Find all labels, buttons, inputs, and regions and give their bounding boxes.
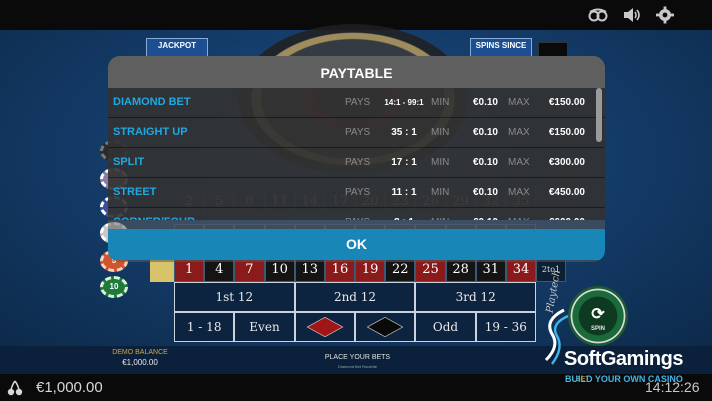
demo-balance-value: €1,000.00 xyxy=(122,358,158,367)
ok-button[interactable]: OK xyxy=(108,229,605,260)
red-diamond-icon xyxy=(306,316,344,338)
paytable-row: STREET PAYS 11 : 1 MIN €0.10 MAX €450.00 xyxy=(108,178,605,208)
min-label: MIN xyxy=(431,217,449,220)
softgamings-name: SoftGamings xyxy=(564,348,683,370)
rebet-arrows-icon: ⟳ xyxy=(591,306,605,323)
max-value: €150.00 xyxy=(548,127,585,138)
odds-value: 11 : 1 xyxy=(391,187,417,198)
paytable-row: STRAIGHT UP PAYS 35 : 1 MIN €0.10 MAX €150.00 xyxy=(108,118,605,148)
cherry-icon[interactable] xyxy=(6,379,24,397)
max-value: €600.00 xyxy=(534,217,585,220)
odds-value: 14:1 - 99:1 xyxy=(384,98,424,107)
bet-name: SPLIT xyxy=(113,156,145,168)
min-value: €0.10 xyxy=(472,187,498,198)
bet-name: CORNER/FOUR xyxy=(113,216,195,220)
red-cell[interactable] xyxy=(294,312,355,342)
pays-label: PAYS xyxy=(345,97,371,108)
footer-balance: €1,000.00 xyxy=(36,379,103,396)
paytable-scrollbar[interactable] xyxy=(596,88,602,142)
odds-value: 17 : 1 xyxy=(391,157,417,168)
spin-label: SPIN xyxy=(590,326,605,332)
sound-icon[interactable] xyxy=(622,6,642,24)
pays-label: PAYS xyxy=(345,217,370,220)
jackpot-label: JACKPOT xyxy=(157,41,197,50)
tripadvisor-glasses-icon[interactable] xyxy=(588,6,608,24)
dozen-3rd-cell[interactable]: 3rd 12 xyxy=(415,282,537,312)
max-label: MAX xyxy=(508,187,530,198)
paytable-row: CORNER/FOUR PAYS 8 : 1MIN €0.10 MAX €600.00 xyxy=(108,208,605,220)
high-19-36-cell[interactable]: 19 - 36 xyxy=(475,312,536,342)
pays-label: PAYS xyxy=(345,157,371,168)
game-stage: JACKPOT SPINS SINCE 5 10 258111417202326… xyxy=(0,0,712,401)
paytable-row: DIAMOND BET PAYS 14:1 - 99:1 MIN €0.10 MAX €15… xyxy=(108,88,605,118)
bet-name: STRAIGHT UP xyxy=(113,126,188,138)
min-value: €0.10 xyxy=(464,217,498,220)
max-value: €150.00 xyxy=(548,97,585,108)
max-value: €300.00 xyxy=(548,157,585,168)
game-name: Diamond Bet Roulette xyxy=(337,364,378,369)
demo-balance-label: DEMO BALANCE xyxy=(112,349,168,356)
paytable-row: SPLIT PAYS 17 : 1 MIN €0.10 MAX €300.00 xyxy=(108,148,605,178)
low-1-18-cell[interactable]: 1 - 18 xyxy=(174,312,235,342)
settings-gear-icon[interactable] xyxy=(655,6,675,24)
odd-cell[interactable]: Odd xyxy=(415,312,476,342)
dozen-1st-cell[interactable]: 1st 12 xyxy=(174,282,295,312)
min-label: MIN xyxy=(431,97,450,108)
max-label: MAX xyxy=(508,97,530,108)
paytable-header: PAYTABLE xyxy=(108,56,605,88)
black-diamond-icon xyxy=(366,316,404,338)
bet-name: STREET xyxy=(113,186,157,198)
max-label: MAX xyxy=(508,217,530,220)
pays-label: PAYS xyxy=(345,127,371,138)
min-value: €0.10 xyxy=(472,157,498,168)
bet-name: DIAMOND BET xyxy=(113,96,191,108)
black-cell[interactable] xyxy=(354,312,416,342)
min-value: €0.10 xyxy=(472,97,498,108)
max-label: MAX xyxy=(508,127,530,138)
odds-value: 35 : 1 xyxy=(391,127,417,138)
outside-bets: 1 - 18 Even Odd 19 - 36 xyxy=(174,312,536,342)
paytable-list[interactable]: DIAMOND BET PAYS 14:1 - 99:1 MIN €0.10 MAX €15… xyxy=(108,88,605,220)
min-label: MIN xyxy=(431,127,450,138)
spin-button[interactable]: ⟳ SPIN xyxy=(568,286,628,346)
odds-value: 8 : 1 xyxy=(376,217,432,220)
spins-since-label: SPINS SINCE xyxy=(475,41,527,50)
paytable-title: PAYTABLE xyxy=(320,65,393,81)
even-cell[interactable]: Even xyxy=(234,312,295,342)
dozen-2nd-cell[interactable]: 2nd 12 xyxy=(294,282,416,312)
chip-10[interactable]: 10 xyxy=(100,276,128,298)
place-bets-message: PLACE YOUR BETS xyxy=(324,354,391,361)
pays-label: PAYS xyxy=(345,187,371,198)
softgamings-tagline: BUILD YOUR OWN CASINO xyxy=(565,374,683,384)
min-label: MIN xyxy=(431,157,450,168)
max-label: MAX xyxy=(508,157,530,168)
max-value: €450.00 xyxy=(548,187,585,198)
paytable-modal: PAYTABLE DIAMOND BET PAYS 14:1 - 99:1 MIN €0… xyxy=(108,56,605,262)
dozen-bets: 1st 12 2nd 12 3rd 12 xyxy=(174,282,537,312)
min-label: MIN xyxy=(431,187,450,198)
min-value: €0.10 xyxy=(472,127,498,138)
